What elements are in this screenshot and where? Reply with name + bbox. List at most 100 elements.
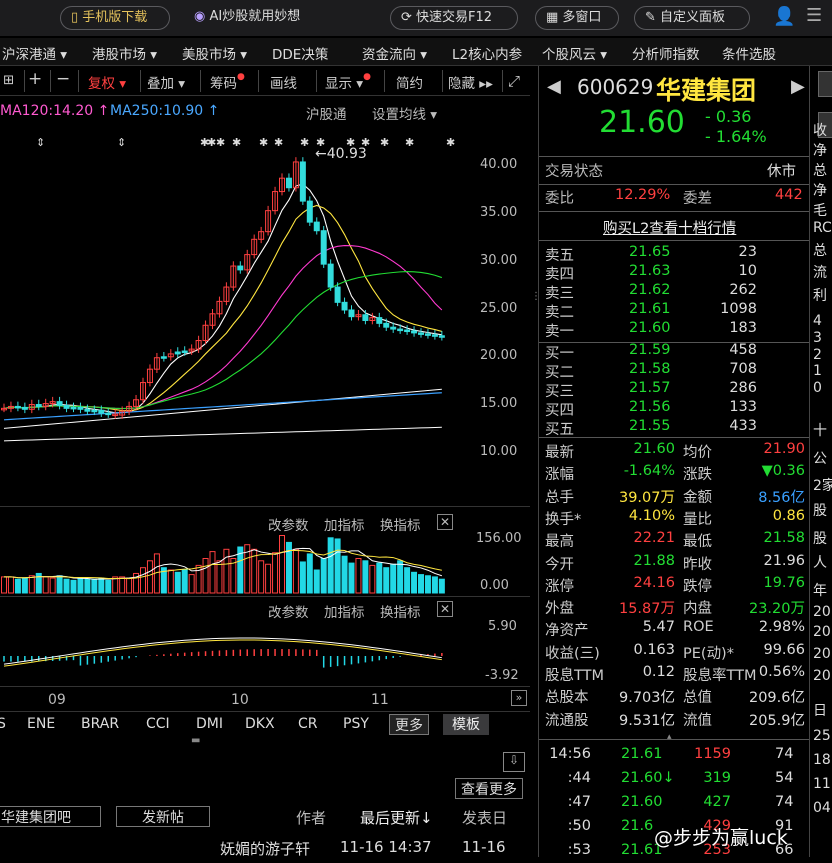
stat-value: 39.07万 [618,489,675,506]
indicator-tab[interactable]: S [0,716,6,732]
last-update-header[interactable]: 最后更新↓ [360,807,433,828]
view-more-button[interactable]: 查看更多 [455,778,523,799]
volume-bar [174,571,181,594]
menu-l2[interactable]: L2核心内参 [452,43,522,63]
indicator-tab[interactable]: ENE [27,716,55,732]
user-icon[interactable]: 👤 [773,6,795,27]
tick-count: 74 [775,794,794,810]
lock-icon[interactable]: ⊞ [3,72,14,88]
volume-bar [28,575,35,594]
indicator-tab[interactable]: DMI [196,716,223,732]
macd-chart[interactable] [0,616,470,686]
close-icon[interactable]: ✕ [437,601,453,617]
month-label: 11 [371,692,389,708]
candle-body [327,263,334,288]
huaxian-button[interactable]: 画线 [270,72,297,92]
ask-volume: 23 [738,244,757,260]
stat-value: 23.20万 [748,601,805,618]
indicator-tab[interactable]: CR [298,716,318,732]
custom-panel-button[interactable]: ✎ 自定义面板 [634,6,750,30]
menu-stock-risk[interactable]: 个股风云 ▾ [542,43,607,63]
more-indicators-button[interactable]: 更多 [389,714,429,735]
candle-body [77,406,84,410]
stock-forum-button[interactable]: 华建集团吧 [0,806,101,827]
menu-hsgt[interactable]: 沪深港通 ▾ [2,43,67,63]
side-item: 收 [813,123,827,139]
indicator-tab[interactable]: PSY [343,716,369,732]
stat-value: 19.76 [763,574,805,591]
volume-bar [216,560,223,594]
jianyue-button[interactable]: 简约 [396,72,423,92]
new-post-button[interactable]: 发新帖 [116,806,210,827]
kline-chart[interactable]: ✱✱ ✱ ✱ ✱ ✱ ✱ ✱ ✱ ✱ ✱ ✱ ✱⇕ ⇕ [0,121,470,506]
next-stock-icon[interactable]: ▶ [791,76,805,97]
side-toggle[interactable] [818,71,832,97]
indicator-tab[interactable]: CCI [146,716,170,732]
price-tick: 25.00 [480,301,518,316]
volume-bar [181,569,188,594]
menu-screener[interactable]: 条件选股 [722,43,776,63]
ask-volume: 1098 [720,301,757,317]
candle-body [313,221,320,232]
stat-label: 内盘 [683,601,712,618]
mobile-download-button[interactable]: ▯ 手机版下载 [60,6,170,30]
download-icon[interactable]: ⇩ [503,752,525,772]
candle-body [105,412,112,416]
stat-label: 昨收 [683,556,712,573]
price-tick: 15.00 [480,396,518,411]
prev-stock-icon[interactable]: ◀ [547,76,561,97]
zoom-in-icon[interactable]: + [28,69,42,89]
menu-capital[interactable]: 资金流向 ▾ [362,43,427,63]
volume-chart[interactable] [0,531,470,596]
l2-purchase-link[interactable]: 购买L2查看十档行情 [603,217,736,238]
volume-bar [146,560,153,594]
stat-value: 15.87万 [618,601,675,618]
template-button[interactable]: 模板 [443,714,489,735]
ma-setting-button[interactable]: 设置均线 ▾ [372,103,437,123]
stat-value: ▼0.36 [761,463,805,480]
candle-body [285,177,292,189]
expand-icon[interactable]: ⤢ [508,72,520,90]
indicator-tab[interactable]: DKX [245,716,275,732]
zoom-out-icon[interactable]: − [56,69,70,89]
candle-body [21,406,28,410]
tick-volume: 319 [703,770,731,786]
side-item: 0 [813,380,822,396]
menu-hk[interactable]: 港股市场 ▾ [92,43,157,63]
volume-bar [105,579,112,594]
ma60-line [3,388,442,429]
multi-window-button[interactable]: ▦ 多窗口 [535,6,619,30]
stat-label: 今开 [545,556,574,573]
volume-bar [355,558,362,594]
month-label: 09 [48,692,66,708]
ask-price: 21.62 [629,282,671,298]
publish-date-header[interactable]: 发表日 [462,807,507,828]
diejia-button[interactable]: 叠加 ▾ [147,72,185,92]
close-icon[interactable]: ✕ [437,514,453,530]
tick-time: :47 [567,794,591,810]
volume-bar [334,538,341,594]
yincang-button[interactable]: 隐藏 ▸▸ [448,72,493,92]
collapse-icon[interactable]: ▴ [667,732,672,742]
menu-dde[interactable]: DDE决策 [272,43,328,63]
volume-bar [320,558,327,594]
fuquan-button[interactable]: 复权 ▾ [88,72,126,92]
scroll-right-icon[interactable]: » [511,690,527,706]
menu-icon[interactable]: ☰ [806,5,822,26]
author-header[interactable]: 作者 [296,807,326,828]
quick-trade-button[interactable]: ⟳ 快速交易F12 [390,6,518,30]
chouma-button[interactable]: 筹码● [210,72,245,92]
bid-price: 21.59 [629,342,671,358]
xianshi-button[interactable]: 显示 ▾● [325,72,371,92]
indicator-tab[interactable]: BRAR [81,716,119,732]
menu-analyst[interactable]: 分析师指数 [632,43,700,63]
post-author[interactable]: 妩媚的游子轩 [220,838,310,859]
hgt-label[interactable]: 沪股通 [306,103,347,123]
stat-label: 跌停 [683,578,712,595]
event-marker: ✱ [274,136,283,149]
peak-label: ←40.93 [315,146,367,162]
ai-stock-button[interactable]: ◉ AI炒股就用妙想 [184,6,334,30]
volume-bar [431,576,438,594]
menu-us[interactable]: 美股市场 ▾ [182,43,247,63]
resize-handle[interactable]: ▬ [191,735,200,746]
